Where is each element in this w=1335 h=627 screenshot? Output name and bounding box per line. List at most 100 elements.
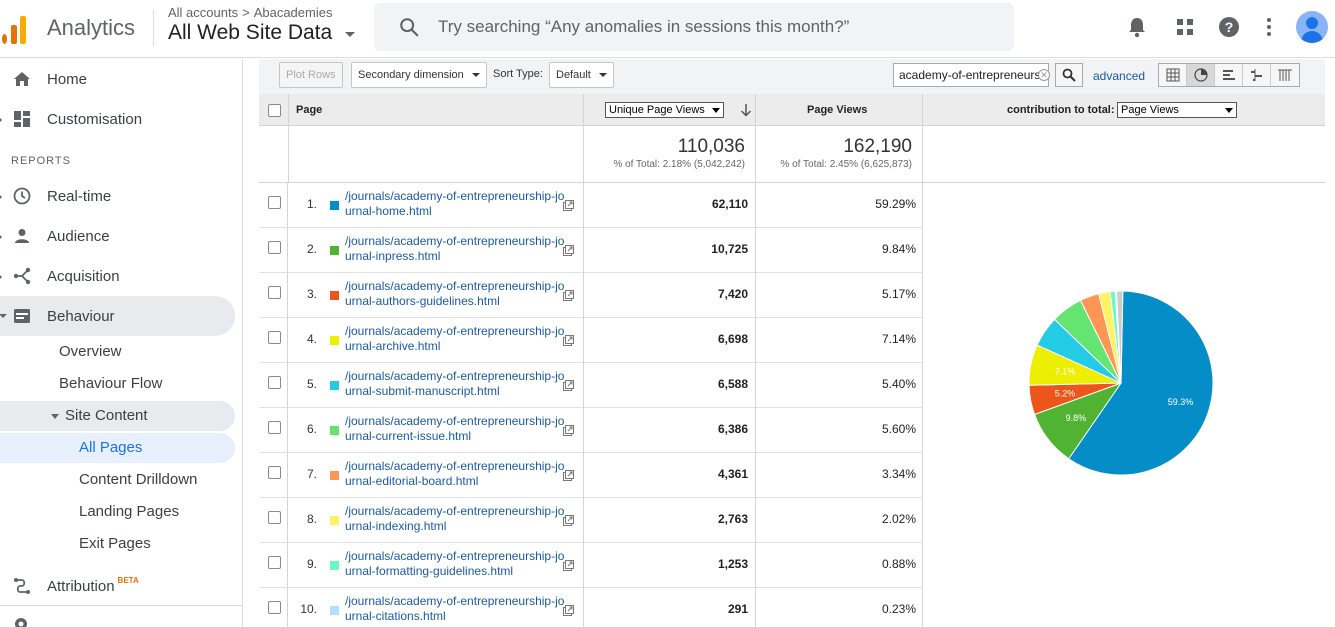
pie-slice-label: 7.1% — [1055, 367, 1076, 377]
advanced-filter-link[interactable]: advanced — [1093, 69, 1145, 83]
page-link[interactable]: /journals/academy-of-entrepreneurship-jo… — [345, 459, 565, 489]
external-link-icon[interactable] — [563, 423, 574, 441]
external-link-icon[interactable] — [563, 513, 574, 531]
page-link[interactable]: /journals/academy-of-entrepreneurship-jo… — [345, 234, 565, 264]
row-color-swatch — [330, 336, 339, 345]
sidebar-item-content-drilldown[interactable]: Content Drilldown — [0, 465, 235, 495]
pivot-view-icon[interactable] — [1271, 64, 1299, 86]
search-bar[interactable]: Try searching “Any anomalies in sessions… — [374, 3, 1014, 51]
external-link-icon[interactable] — [563, 333, 574, 351]
sidebar-item-exit-pages[interactable]: Exit Pages — [0, 529, 235, 559]
account-avatar[interactable] — [1296, 11, 1328, 43]
row-checkbox[interactable] — [268, 241, 281, 254]
sidebar-item-label: Attribution BETA — [47, 576, 139, 595]
home-icon — [12, 69, 32, 89]
table-row: 4. /journals/academy-of-entrepreneurship-… — [259, 318, 923, 363]
sidebar-item-behaviour-flow[interactable]: Behaviour Flow — [0, 369, 235, 399]
sidebar-item-realtime[interactable]: Real-time — [0, 176, 235, 216]
table-row: 10. /journals/academy-of-entrepreneurship… — [259, 588, 923, 627]
row-color-swatch — [330, 471, 339, 480]
contribution-select[interactable]: Page Views — [1117, 102, 1237, 118]
secondary-dimension-dropdown[interactable]: Secondary dimension — [351, 62, 487, 88]
contribution-pct-cell: 9.84% — [881, 242, 916, 256]
table-row: 6. /journals/academy-of-entrepreneurship-… — [259, 408, 923, 453]
unique-page-views-cell: 6,386 — [717, 422, 748, 436]
row-checkbox[interactable] — [268, 601, 281, 614]
row-checkbox[interactable] — [268, 196, 281, 209]
metric-select[interactable]: Unique Page Views — [605, 102, 724, 118]
external-link-icon[interactable] — [563, 288, 574, 306]
sidebar-item-behaviour[interactable]: Behaviour — [0, 296, 235, 336]
pie-chart-view-icon[interactable] — [1187, 64, 1215, 86]
performance-view-icon[interactable] — [1215, 64, 1243, 86]
page-link[interactable]: /journals/academy-of-entrepreneurship-jo… — [345, 369, 565, 399]
row-checkbox[interactable] — [268, 286, 281, 299]
svg-text:?: ? — [1225, 19, 1234, 35]
row-checkbox[interactable] — [268, 421, 281, 434]
page-link[interactable]: /journals/academy-of-entrepreneurship-jo… — [345, 189, 565, 219]
column-header-page[interactable]: Page — [296, 104, 322, 116]
bell-icon[interactable] — [1125, 15, 1149, 39]
more-vert-icon[interactable] — [1257, 15, 1281, 39]
gear-icon[interactable] — [12, 615, 30, 627]
external-link-icon[interactable] — [563, 468, 574, 486]
row-number: 5. — [306, 377, 317, 391]
sidebar-item-label: Overview — [59, 343, 122, 360]
sidebar-item-label: Site Content — [65, 407, 148, 424]
external-link-icon[interactable] — [563, 603, 574, 621]
contribution-pct-cell: 7.14% — [881, 332, 916, 346]
sort-descending-icon[interactable] — [740, 103, 752, 122]
external-link-icon[interactable] — [563, 378, 574, 396]
breadcrumb-root[interactable]: All accounts — [168, 5, 238, 20]
sidebar-item-site-content[interactable]: Site Content — [0, 401, 235, 431]
filter-search-button[interactable] — [1055, 63, 1083, 87]
row-checkbox[interactable] — [268, 376, 281, 389]
analytics-logo-icon[interactable] — [2, 14, 28, 44]
row-select-cell — [259, 363, 288, 407]
row-checkbox[interactable] — [268, 511, 281, 524]
help-icon[interactable]: ? — [1217, 15, 1241, 39]
table-row: 8. /journals/academy-of-entrepreneurship-… — [259, 498, 923, 543]
row-number: 10. — [300, 602, 317, 616]
breadcrumb[interactable]: All accounts > Abacademies — [168, 5, 332, 20]
row-checkbox[interactable] — [268, 466, 281, 479]
sidebar-item-customisation[interactable]: Customisation — [0, 99, 235, 139]
page-link[interactable]: /journals/academy-of-entrepreneurship-jo… — [345, 504, 565, 534]
row-number: 3. — [306, 287, 317, 301]
external-link-icon[interactable] — [563, 558, 574, 576]
select-all-checkbox[interactable] — [268, 104, 281, 117]
comparison-view-icon[interactable] — [1243, 64, 1271, 86]
page-link[interactable]: /journals/academy-of-entrepreneurship-jo… — [345, 594, 565, 624]
clear-filter-icon[interactable]: ✕ — [1038, 69, 1050, 81]
view-selector[interactable]: All Web Site Data — [168, 21, 332, 45]
sidebar-item-all-pages[interactable]: All Pages — [0, 433, 235, 463]
external-link-icon[interactable] — [563, 198, 574, 216]
row-color-swatch — [330, 201, 339, 210]
breadcrumb-separator: > — [242, 5, 250, 20]
sidebar-item-landing-pages[interactable]: Landing Pages — [0, 497, 235, 527]
app-name: Analytics — [47, 15, 136, 40]
page-link[interactable]: /journals/academy-of-entrepreneurship-jo… — [345, 414, 565, 444]
apps-icon[interactable] — [1173, 15, 1197, 39]
view-dropdown-icon[interactable] — [345, 32, 355, 37]
column-header-page-views[interactable]: Page Views — [807, 104, 867, 116]
breadcrumb-account[interactable]: Abacademies — [254, 5, 333, 20]
sidebar-item-overview[interactable]: Overview — [0, 337, 235, 367]
contribution-pct-cell: 5.60% — [881, 422, 916, 436]
sidebar-item-home[interactable]: Home — [0, 59, 235, 99]
row-checkbox[interactable] — [268, 331, 281, 344]
row-checkbox[interactable] — [268, 556, 281, 569]
page-link[interactable]: /journals/academy-of-entrepreneurship-jo… — [345, 549, 565, 579]
data-table-view-icon[interactable] — [1159, 64, 1187, 86]
page-link[interactable]: /journals/academy-of-entrepreneurship-jo… — [345, 324, 565, 354]
sort-type-dropdown[interactable]: Default — [549, 62, 614, 88]
page-link[interactable]: /journals/academy-of-entrepreneurship-jo… — [345, 279, 565, 309]
expand-arrow-icon — [0, 193, 2, 201]
plot-rows-button[interactable]: Plot Rows — [279, 62, 343, 88]
external-link-icon[interactable] — [563, 243, 574, 261]
sidebar-item-attribution[interactable]: Attribution BETA — [0, 566, 235, 606]
unique-page-views-cell: 1,253 — [717, 557, 748, 571]
sidebar-item-acquisition[interactable]: Acquisition — [0, 256, 235, 296]
sidebar-item-audience[interactable]: Audience — [0, 216, 235, 256]
table-filter-input[interactable]: academy-of-entrepreneurs — [893, 63, 1049, 87]
